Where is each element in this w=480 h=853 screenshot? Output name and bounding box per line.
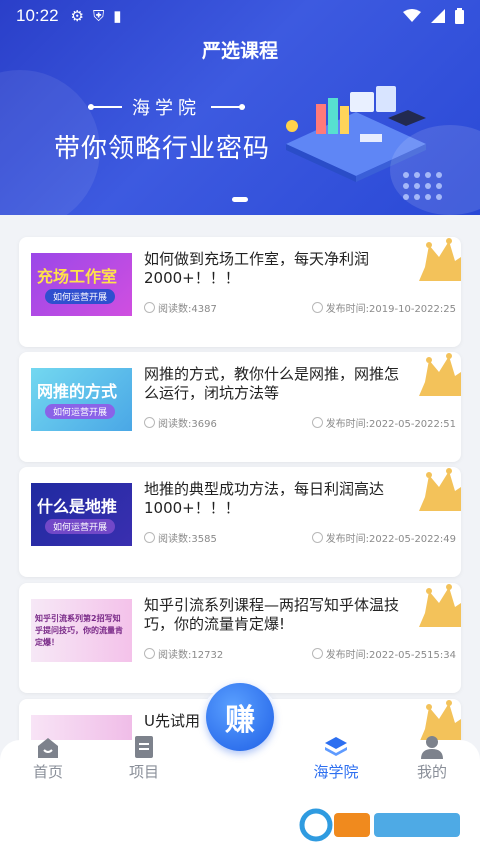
tab-academy-label: 海学院	[313, 763, 359, 781]
thumbnail-pill: 如何运营开展	[45, 404, 116, 419]
eye-icon	[144, 648, 155, 659]
course-card[interactable]: 网推的方式 如何运营开展 网推的方式，教你什么是网推，网推怎么运行，闭坑方法等 …	[19, 352, 461, 462]
publish-time: 发布时间:2022-05-2022:49	[311, 530, 456, 545]
clock-icon	[311, 302, 323, 313]
battery-icon	[455, 8, 464, 24]
banner-page-indicator[interactable]	[232, 197, 248, 202]
course-title: 如何做到充场工作室，每天净利润2000+！！！	[144, 250, 370, 287]
read-count: 阅读数:12732	[144, 646, 223, 661]
header-banner: 10:22 ⚙ ⛨ ▮ 严选课程 海学院 带你领略行业密码	[0, 0, 480, 215]
page-title: 严选课程	[201, 40, 278, 62]
course-meta: 阅读数:3585 发布时间:2022-05-2022:49	[144, 530, 456, 545]
publish-time: 发布时间:2022-05-2515:34	[311, 646, 456, 661]
course-thumbnail: 充场工作室 如何运营开展	[31, 253, 132, 316]
thumbnail-pill: 如何运营开展	[45, 289, 116, 304]
eye-icon	[144, 532, 155, 543]
eye-icon	[144, 417, 155, 428]
decor-line-right	[211, 104, 245, 110]
shield-icon: ⛨	[93, 7, 105, 25]
home-icon	[38, 738, 58, 758]
status-bar: 10:22 ⚙ ⛨ ▮	[0, 0, 480, 32]
watermark-logo	[299, 808, 460, 842]
tab-academy[interactable]: 海学院	[296, 737, 376, 782]
storage-icon: ▮	[113, 8, 122, 25]
decor-dots	[403, 172, 442, 200]
clock-icon	[311, 417, 323, 428]
user-icon	[421, 736, 443, 759]
books-illustration-icon	[286, 86, 426, 182]
eye-icon	[144, 302, 155, 313]
read-count: 阅读数:3585	[144, 530, 217, 545]
thumbnail-pill: 如何运营开展	[45, 519, 116, 534]
course-card[interactable]: 知乎引流系列第2招写知乎提问技巧，你的流量肯定爆！ 知乎引流系列课程—两招写知乎…	[19, 583, 461, 693]
tab-mine-label: 我的	[416, 763, 447, 781]
settings-gear-icon: ⚙	[70, 8, 84, 25]
banner-slogan: 带你领略行业密码	[54, 134, 271, 164]
tab-home-label: 首页	[32, 763, 63, 781]
crown-icon	[419, 353, 461, 396]
thumbnail-title: 充场工作室	[37, 267, 118, 286]
decor-line-left	[88, 104, 122, 110]
wifi-icon	[403, 9, 421, 22]
course-title: 知乎引流系列课程—两招写知乎体温技巧，你的流量肯定爆!	[144, 596, 400, 633]
tab-home[interactable]: 首页	[8, 738, 88, 782]
tab-projects[interactable]: 项目	[104, 736, 184, 782]
document-icon	[135, 736, 153, 758]
course-thumbnail: 知乎引流系列第2招写知乎提问技巧，你的流量肯定爆！	[31, 599, 132, 662]
publish-time: 发布时间:2022-05-2022:51	[311, 415, 456, 430]
course-thumbnail: 网推的方式 如何运营开展	[31, 368, 132, 431]
course-card[interactable]: 充场工作室 如何运营开展 如何做到充场工作室，每天净利润2000+！！！ 阅读数…	[19, 237, 461, 347]
academy-label: 海学院	[132, 98, 201, 119]
thumbnail-title: 什么是地推	[37, 497, 118, 516]
course-thumbnail: 什么是地推 如何运营开展	[31, 483, 132, 546]
read-count: 阅读数:4387	[144, 300, 217, 315]
thumbnail-title: 知乎引流系列第2招写知乎提问技巧，你的流量肯定爆！	[35, 614, 123, 647]
course-meta: 阅读数:3696 发布时间:2022-05-2022:51	[144, 415, 456, 430]
layers-icon	[325, 737, 347, 756]
read-count: 阅读数:3696	[144, 415, 217, 430]
clock-icon	[311, 532, 323, 543]
crown-icon	[419, 584, 461, 627]
signal-icon	[431, 9, 445, 23]
crown-icon	[419, 468, 461, 511]
status-time: 10:22	[16, 6, 59, 25]
clock-icon	[311, 648, 323, 659]
earn-button[interactable]: 赚	[206, 683, 274, 751]
academy-tagline: 海学院	[88, 94, 245, 120]
tab-mine[interactable]: 我的	[392, 736, 472, 782]
crown-icon	[419, 238, 461, 281]
course-title: 网推的方式，教你什么是网推，网推怎么运行，闭坑方法等	[144, 365, 400, 402]
course-title: 地推的典型成功方法，每日利润高达1000+！！！	[144, 480, 385, 517]
publish-time: 发布时间:2019-10-2022:25	[311, 300, 456, 315]
thumbnail-title: 网推的方式	[37, 382, 118, 401]
course-meta: 阅读数:4387 发布时间:2019-10-2022:25	[144, 300, 456, 315]
tab-projects-label: 项目	[128, 763, 159, 781]
earn-label: 赚	[225, 703, 255, 738]
course-meta: 阅读数:12732 发布时间:2022-05-2515:34	[144, 646, 456, 661]
course-card[interactable]: 什么是地推 如何运营开展 地推的典型成功方法，每日利润高达1000+！！！ 阅读…	[19, 467, 461, 577]
